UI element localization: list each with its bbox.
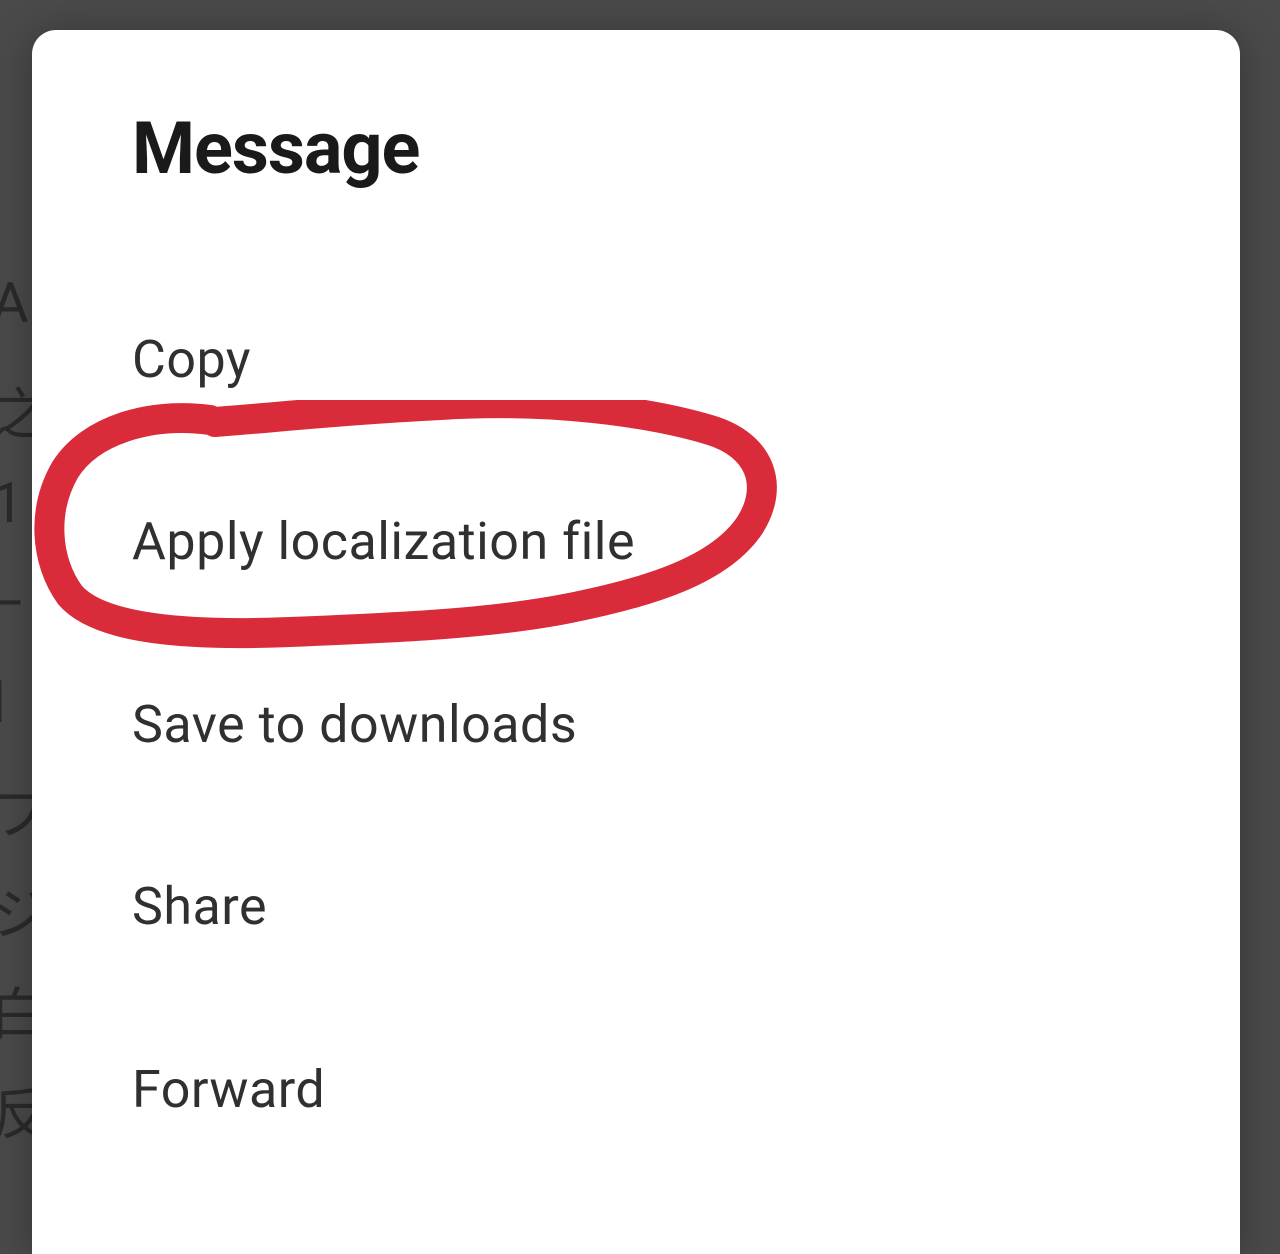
menu-item-share[interactable]: Share: [132, 868, 1140, 946]
bg-char: l: [0, 670, 6, 736]
menu-list: Copy Apply localization file Save to dow…: [132, 321, 1140, 1129]
menu-item-save-to-downloads[interactable]: Save to downloads: [132, 686, 1140, 764]
dialog-title: Message: [132, 106, 1140, 191]
menu-item-copy[interactable]: Copy: [132, 321, 1140, 399]
menu-item-forward[interactable]: Forward: [132, 1051, 1140, 1129]
bg-char: —: [0, 570, 24, 636]
bg-char: 1: [0, 470, 23, 536]
bg-char: A: [0, 270, 29, 336]
menu-item-apply-localization-file[interactable]: Apply localization file: [132, 503, 1140, 581]
message-context-menu-dialog: Message Copy Apply localization file Sav…: [32, 30, 1240, 1254]
